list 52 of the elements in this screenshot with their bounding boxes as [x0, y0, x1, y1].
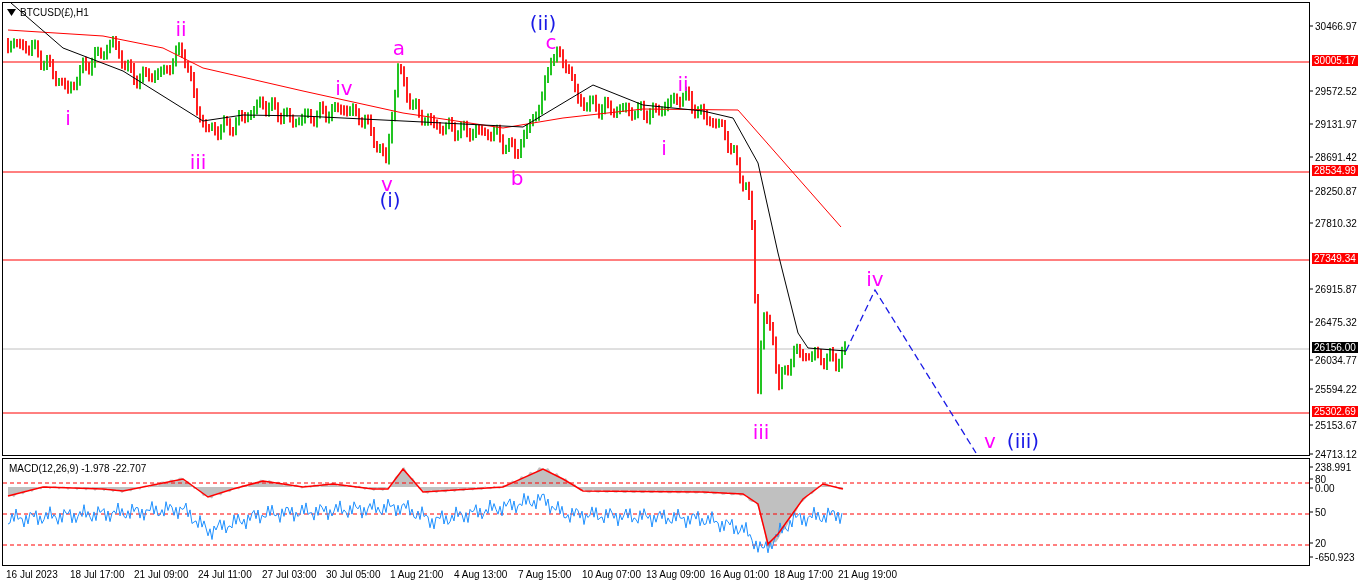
- price-tick-label: 28691.42: [1315, 151, 1357, 163]
- time-tick-label: 16 Jul 2023: [6, 569, 59, 580]
- time-tick-label: 18 Aug 17:00: [774, 569, 834, 580]
- price-level-label: 27349.34: [1312, 253, 1358, 264]
- time-tick-label: 13 Aug 09:00: [646, 569, 706, 580]
- indicator-tick-label: 20: [1315, 537, 1327, 549]
- time-tick-label: 10 Aug 07:00: [582, 569, 642, 580]
- indicator-title: MACD(12,26,9) -1.978 -22.707: [9, 463, 147, 474]
- dropdown-triangle-icon[interactable]: [7, 9, 16, 16]
- time-tick-label: 1 Aug 21:00: [390, 569, 445, 580]
- time-tick-label: 27 Jul 03:00: [262, 569, 318, 580]
- price-tick-label: 26915.87: [1315, 283, 1357, 295]
- wave-label: ii: [175, 17, 187, 41]
- time-tick-label: 4 Aug 13:00: [454, 569, 509, 580]
- indicator-tick-label: 0.00: [1315, 482, 1335, 494]
- wave-label: iii: [189, 150, 207, 174]
- time-tick-label: 30 Jul 05:00: [326, 569, 382, 580]
- wave-label: a: [392, 36, 406, 60]
- time-tick-label: 21 Jul 09:00: [134, 569, 190, 580]
- price-level-label: 28534.99: [1312, 165, 1358, 176]
- time-tick-label: 24 Jul 11:00: [198, 569, 253, 580]
- wave-label: ii: [677, 72, 689, 96]
- price-tick-label: 25594.22: [1315, 383, 1357, 395]
- wave-label: v: [984, 429, 996, 453]
- wave-label: i: [661, 136, 667, 160]
- indicator-tick-label: -650.923: [1315, 551, 1355, 563]
- price-level-label: 30005.17: [1312, 55, 1358, 66]
- time-tick-label: 7 Aug 15:00: [518, 569, 573, 580]
- indicator-tick-label: 50: [1315, 506, 1327, 518]
- wave-label: i: [65, 106, 71, 130]
- price-tick-label: 27810.32: [1315, 217, 1357, 229]
- indicator-tick-label: 238.991: [1315, 461, 1352, 473]
- wave-label: iv: [866, 267, 884, 291]
- price-level-label: 25302.69: [1312, 406, 1358, 417]
- time-tick-label: 16 Aug 01:00: [710, 569, 770, 580]
- wave-label: b: [510, 166, 524, 190]
- indicator-tick-label: 80: [1315, 473, 1327, 485]
- chart-title: BTCUSD(£),H1: [20, 7, 89, 18]
- price-tick-label: 24713.12: [1315, 448, 1357, 460]
- wave-label: iv: [335, 76, 353, 100]
- wave-label: (iii): [1006, 429, 1040, 453]
- price-tick-label: 28250.87: [1315, 185, 1357, 197]
- price-tick-label: 26475.32: [1315, 316, 1357, 328]
- time-tick-label: 18 Jul 17:00: [70, 569, 126, 580]
- price-tick-label: 30466.97: [1315, 20, 1357, 32]
- price-tick-label: 26034.77: [1315, 354, 1357, 366]
- price-level-label: 26156.00: [1312, 342, 1358, 353]
- price-tick-label: 29131.97: [1315, 118, 1357, 130]
- wave-label: iii: [752, 420, 770, 444]
- price-tick-label: 29572.52: [1315, 85, 1357, 97]
- price-tick-label: 25153.67: [1315, 419, 1357, 431]
- time-tick-label: 21 Aug 19:00: [838, 569, 898, 580]
